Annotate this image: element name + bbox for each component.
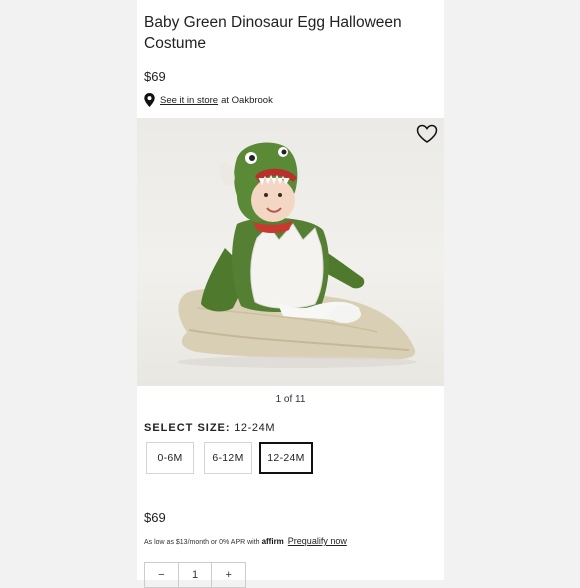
image-counter: 1 of 11 (275, 394, 306, 405)
product-card: Baby Green Dinosaur Egg Halloween Costum… (137, 0, 444, 588)
selected-size-value: 12-24M (234, 422, 276, 434)
size-option-6-12m[interactable]: 6-12M (204, 442, 252, 474)
quantity-increase-button[interactable]: + (212, 563, 245, 587)
prequalify-link[interactable]: Prequalify now (288, 536, 347, 546)
product-photo-illustration (177, 142, 417, 368)
see-in-store-link[interactable]: See it in store (160, 95, 218, 106)
purchase-price: $69 (144, 510, 166, 525)
quantity-decrease-button[interactable]: − (145, 563, 179, 587)
product-title: Baby Green Dinosaur Egg Halloween Costum… (144, 14, 402, 52)
size-option-12-24m[interactable]: 12-24M (259, 442, 313, 474)
affirm-logo: affirm (261, 537, 284, 546)
select-size-heading: SELECT SIZE: (144, 422, 231, 434)
quantity-stepper: − 1 + (144, 562, 246, 588)
product-image[interactable] (137, 118, 444, 386)
quantity-value[interactable]: 1 (179, 563, 213, 587)
heart-icon[interactable] (416, 124, 438, 144)
select-size-label: SELECT SIZE: 12-24M (144, 422, 275, 434)
map-pin-icon (144, 93, 155, 107)
store-availability: See it in store at Oakbrook (144, 93, 273, 107)
store-location: at Oakbrook (221, 94, 273, 106)
size-option-0-6m[interactable]: 0-6M (146, 442, 194, 474)
financing-text: As low as $13/month or 0% APR with (144, 539, 260, 546)
product-price: $69 (144, 69, 166, 84)
financing-info: As low as $13/month or 0% APR with affir… (144, 536, 347, 546)
